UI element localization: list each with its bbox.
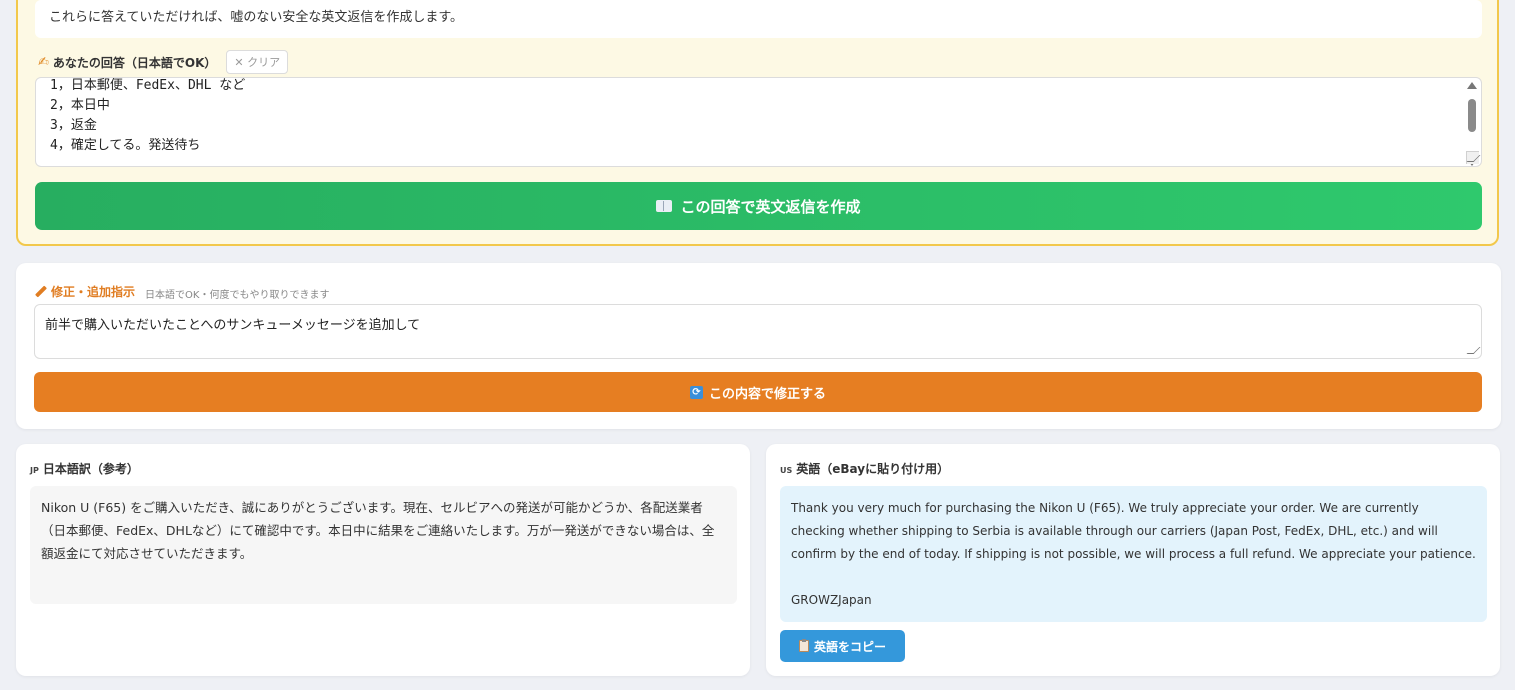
revision-input-value: 前半で購入いただいたことへのサンキューメッセージを追加して <box>45 318 421 333</box>
revision-card: 修正・追加指示 日本語でOK・何度でもやり取りできます 前半で購入いただいたこと… <box>16 263 1501 429</box>
answer-line: 4，確定してる。発送待ち <box>50 138 201 153</box>
questions-card: これらに答えていただければ、嘘のない安全な英文返信を作成します。 ✍ あなたの回… <box>16 0 1499 246</box>
answer-label: ✍ あなたの回答（日本語でOK） <box>38 54 216 71</box>
revision-input[interactable]: 前半で購入いただいたことへのサンキューメッセージを追加して <box>34 304 1482 359</box>
revision-hint: 日本語でOK・何度でもやり取りできます <box>145 289 330 301</box>
english-reply-signature: GROWZJapan <box>791 593 872 607</box>
english-card-title: US 英語（eBayに貼り付け用） <box>780 460 949 477</box>
create-reply-button[interactable]: この回答で英文返信を作成 <box>35 182 1482 230</box>
japanese-translation-card: JP 日本語訳（参考） Nikon U (F65) をご購入いただき、誠にありが… <box>16 444 750 676</box>
answer-textarea[interactable]: 1，日本郵便、FedEx、DHL など 2，本日中 3，返金 4，確定してる。発… <box>35 77 1482 167</box>
answer-line: 3，返金 <box>50 118 97 133</box>
answer-line: 1，日本郵便、FedEx、DHL など <box>50 78 246 93</box>
book-icon <box>656 200 673 212</box>
clipboard-icon <box>798 639 809 652</box>
copy-english-label: 英語をコピー <box>813 639 886 654</box>
resize-handle[interactable] <box>1467 344 1479 356</box>
revise-button[interactable]: ⟳ この内容で修正する <box>34 372 1482 412</box>
revision-label-row: 修正・追加指示 日本語でOK・何度でもやり取りできます <box>35 283 329 301</box>
create-reply-label: この回答で英文返信を作成 <box>680 197 861 216</box>
resize-handle[interactable] <box>1466 151 1479 164</box>
revision-label: 修正・追加指示 <box>35 283 135 300</box>
english-reply-text: Thank you very much for purchasing the N… <box>780 486 1487 622</box>
japanese-translation-text: Nikon U (F65) をご購入いただき、誠にありがとうございます。現在、セ… <box>30 486 737 604</box>
questions-note: これらに答えていただければ、嘘のない安全な英文返信を作成します。 <box>35 0 1482 38</box>
japanese-title-text: 日本語訳（参考） <box>42 462 139 476</box>
japanese-card-title: JP 日本語訳（参考） <box>30 460 139 477</box>
scroll-thumb[interactable] <box>1468 99 1476 132</box>
copy-english-button[interactable]: 英語をコピー <box>780 630 905 662</box>
jp-flag-icon: JP <box>30 466 39 475</box>
answer-label-text: あなたの回答（日本語でOK） <box>52 55 217 70</box>
pencil-icon <box>35 286 47 298</box>
answer-text: 1，日本郵便、FedEx、DHL など 2，本日中 3，返金 4，確定してる。発… <box>50 78 246 156</box>
english-reply-card: US 英語（eBayに貼り付け用） Thank you very much fo… <box>766 444 1500 676</box>
us-flag-icon: US <box>780 466 793 475</box>
revise-button-label: この内容で修正する <box>708 386 826 402</box>
clear-button[interactable]: ✕ クリア <box>226 50 289 74</box>
refresh-icon: ⟳ <box>689 385 703 399</box>
english-reply-body: Thank you very much for purchasing the N… <box>791 501 1476 561</box>
revision-label-text: 修正・追加指示 <box>51 285 136 299</box>
writing-hand-icon: ✍ <box>38 54 49 70</box>
answer-line: 2，本日中 <box>50 98 110 113</box>
answer-label-row: ✍ あなたの回答（日本語でOK） ✕ クリア <box>38 50 289 74</box>
answer-scrollbar[interactable] <box>1465 80 1479 166</box>
scroll-up-arrow-icon[interactable] <box>1467 82 1477 89</box>
english-title-text: 英語（eBayに貼り付け用） <box>796 462 950 476</box>
